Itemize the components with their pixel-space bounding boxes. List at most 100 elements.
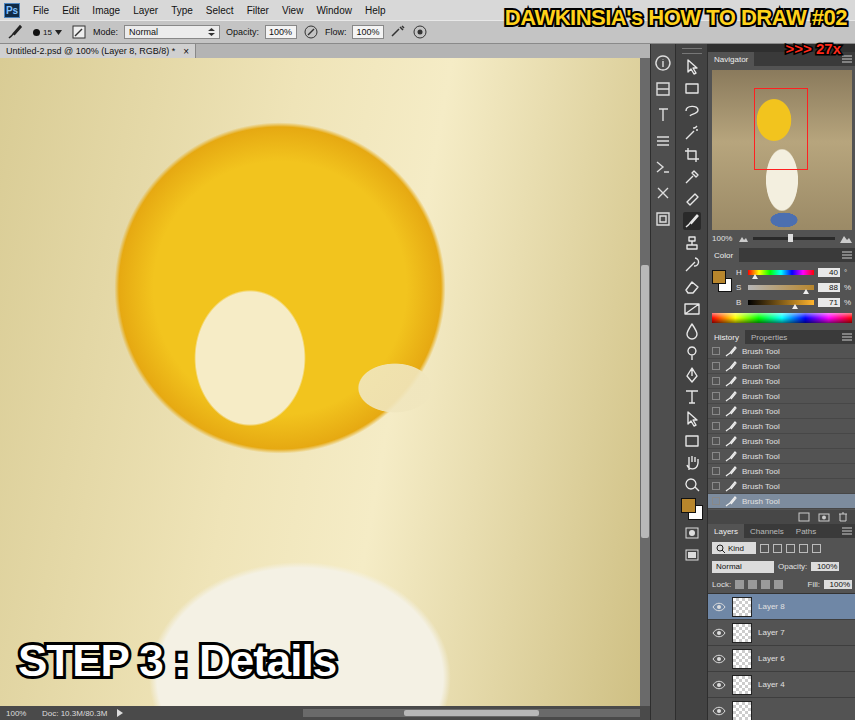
visibility-eye-icon[interactable] xyxy=(712,680,726,690)
panel-icon[interactable] xyxy=(654,132,672,150)
color-spectrum[interactable] xyxy=(712,313,852,323)
airbrush-icon[interactable] xyxy=(390,24,406,40)
panel-tab[interactable]: Channels xyxy=(744,524,790,538)
menu-item[interactable]: View xyxy=(282,5,304,16)
tool-icon[interactable] xyxy=(683,366,701,384)
history-item[interactable]: Brush Tool xyxy=(708,344,855,359)
tool-icon[interactable] xyxy=(683,278,701,296)
visibility-eye-icon[interactable] xyxy=(712,706,726,716)
slider-thumb[interactable] xyxy=(752,274,758,279)
pressure-opacity-icon[interactable] xyxy=(303,24,319,40)
panel-tab[interactable]: Properties xyxy=(745,330,793,344)
channel-value[interactable]: 40 xyxy=(818,268,840,277)
snapshot-source-box[interactable] xyxy=(712,422,720,430)
tool-icon[interactable] xyxy=(683,234,701,252)
zoom-out-icon[interactable] xyxy=(739,235,748,242)
horizontal-scrollbar[interactable] xyxy=(303,709,640,717)
snapshot-source-box[interactable] xyxy=(712,497,720,505)
panel-menu-icon[interactable] xyxy=(842,251,852,259)
history-item[interactable]: Brush Tool xyxy=(708,374,855,389)
panel-icon[interactable] xyxy=(654,184,672,202)
menu-item[interactable]: Layer xyxy=(133,5,158,16)
mode-dropdown[interactable]: Normal xyxy=(124,25,220,39)
tool-icon[interactable] xyxy=(683,410,701,428)
panel-grip[interactable] xyxy=(682,48,702,54)
snapshot-icon[interactable] xyxy=(818,512,830,522)
tool-icon[interactable] xyxy=(683,80,701,98)
channel-value[interactable]: 88 xyxy=(818,283,840,292)
history-item[interactable]: Brush Tool xyxy=(708,434,855,449)
panel-tab[interactable]: Paths xyxy=(790,524,822,538)
app-logo[interactable]: Ps xyxy=(4,3,20,18)
scroll-thumb[interactable] xyxy=(641,265,649,537)
color-swatches[interactable] xyxy=(681,498,703,520)
close-tab-button[interactable]: × xyxy=(183,46,189,57)
new-document-from-state-icon[interactable] xyxy=(798,512,810,522)
tool-icon[interactable] xyxy=(683,454,701,472)
tool-icon[interactable] xyxy=(683,344,701,362)
panel-icon[interactable] xyxy=(654,80,672,98)
history-item[interactable]: Brush Tool xyxy=(708,389,855,404)
quick-mask-icon[interactable] xyxy=(683,524,701,542)
slider-thumb[interactable] xyxy=(792,304,798,309)
zoom-field[interactable]: 100% xyxy=(6,709,32,718)
tool-icon[interactable] xyxy=(683,124,701,142)
tool-icon[interactable] xyxy=(683,58,701,76)
canvas[interactable] xyxy=(0,58,640,706)
layer-row[interactable]: Layer 6 xyxy=(708,646,855,672)
filter-type-icon[interactable] xyxy=(812,544,821,553)
layer-opacity-field[interactable]: 100% xyxy=(811,562,839,571)
visibility-eye-icon[interactable] xyxy=(712,628,726,638)
trash-icon[interactable] xyxy=(838,512,848,522)
history-item[interactable]: Brush Tool xyxy=(708,494,855,509)
history-item[interactable]: Brush Tool xyxy=(708,464,855,479)
lock-option-icon[interactable] xyxy=(748,580,757,589)
fill-field[interactable]: 100% xyxy=(824,580,852,589)
panel-menu-icon[interactable] xyxy=(842,527,852,535)
document-tab[interactable]: Untitled-2.psd @ 100% (Layer 8, RGB/8) *… xyxy=(0,44,196,58)
filter-type-icon[interactable] xyxy=(760,544,769,553)
visibility-eye-icon[interactable] xyxy=(712,654,726,664)
snapshot-source-box[interactable] xyxy=(712,377,720,385)
tool-icon[interactable] xyxy=(683,168,701,186)
menu-item[interactable]: Edit xyxy=(62,5,79,16)
panel-menu-icon[interactable] xyxy=(842,55,852,63)
tool-icon[interactable] xyxy=(683,146,701,164)
snapshot-source-box[interactable] xyxy=(712,362,720,370)
history-item[interactable]: Brush Tool xyxy=(708,404,855,419)
tool-icon[interactable] xyxy=(683,388,701,406)
tool-icon[interactable] xyxy=(683,322,701,340)
channel-slider[interactable] xyxy=(748,285,814,290)
menu-item[interactable]: Select xyxy=(206,5,234,16)
color-swatches[interactable] xyxy=(712,270,732,292)
layer-row[interactable]: Layer 4 xyxy=(708,672,855,698)
panel-icon[interactable] xyxy=(654,106,672,124)
lock-option-icon[interactable] xyxy=(761,580,770,589)
menu-item[interactable]: Help xyxy=(365,5,386,16)
snapshot-source-box[interactable] xyxy=(712,347,720,355)
channel-slider[interactable] xyxy=(748,270,814,275)
opacity-field[interactable]: 100% xyxy=(265,25,297,39)
blend-mode-dropdown[interactable]: Normal xyxy=(712,561,774,573)
layer-filter-dropdown[interactable]: Kind xyxy=(712,542,756,554)
zoom-value[interactable]: 100% xyxy=(712,234,734,243)
vertical-scrollbar[interactable] xyxy=(640,58,650,706)
tool-icon[interactable] xyxy=(683,476,701,494)
tool-icon[interactable] xyxy=(683,300,701,318)
panel-tab[interactable]: History xyxy=(708,330,745,344)
menu-item[interactable]: File xyxy=(33,5,49,16)
status-menu-arrow-icon[interactable] xyxy=(117,709,123,717)
tool-icon[interactable] xyxy=(683,190,701,208)
channel-slider[interactable] xyxy=(748,300,814,305)
slider-thumb[interactable] xyxy=(803,289,809,294)
menu-item[interactable]: Window xyxy=(316,5,352,16)
layer-row[interactable]: Layer 8 xyxy=(708,594,855,620)
navigator-preview[interactable] xyxy=(712,70,852,230)
history-item[interactable]: Brush Tool xyxy=(708,419,855,434)
panel-icon[interactable] xyxy=(654,54,672,72)
snapshot-source-box[interactable] xyxy=(712,392,720,400)
view-box[interactable] xyxy=(754,88,808,170)
menu-item[interactable]: Image xyxy=(92,5,120,16)
panel-icon[interactable] xyxy=(654,210,672,228)
menu-item[interactable]: Filter xyxy=(247,5,269,16)
